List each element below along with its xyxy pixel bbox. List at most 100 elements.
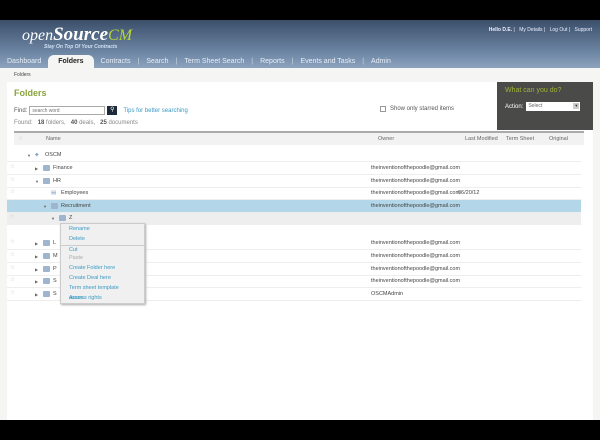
table-row[interactable]: ☆ ▼ HR theinventionofthepoodle@gmail.com [7,175,581,188]
row-name[interactable]: OSCM [45,152,62,158]
star-icon[interactable]: ☆ [10,164,15,170]
menu-access-rights[interactable]: Access rights [61,294,144,304]
row-name[interactable]: P [53,266,57,272]
row-name[interactable]: M [53,253,58,259]
folder-icon [43,278,50,284]
expand-toggle-icon[interactable]: ▼ [35,179,39,184]
menu-delete[interactable]: Delete [61,235,144,245]
col-name[interactable]: Name [46,136,61,142]
document-icon: ▤ [51,190,57,196]
tips-link[interactable]: Tips for better searching [123,108,187,114]
expand-toggle-icon[interactable]: ▼ [27,153,31,158]
expand-toggle-icon[interactable]: ▼ [51,216,55,221]
row-date: 06/20/12 [458,190,480,196]
star-icon[interactable]: ☆ [10,202,15,208]
row-owner: theinventionofthepoodle@gmail.com [371,165,461,171]
breadcrumb[interactable]: Folders [14,72,31,78]
top-links: Hello D.E. | My Details | Log Out | Supp… [488,27,592,33]
menu-create-folder[interactable]: Create Folder here [61,264,144,274]
row-name[interactable]: S [53,291,57,297]
search-button[interactable]: ⚲ [107,106,118,115]
star-header-icon: ☆ [18,136,23,142]
row-name[interactable]: L [53,240,56,246]
expand-toggle-icon[interactable]: ▶ [35,279,38,284]
star-icon[interactable]: ☆ [10,265,15,271]
row-owner: theinventionofthepoodle@gmail.com [371,253,461,259]
row-owner: OSCMAdmin [371,291,404,297]
page-title: Folders [14,88,47,98]
tab-events-and-tasks[interactable]: Events and Tasks [293,58,362,65]
folder-icon [43,165,50,171]
col-term-sheet[interactable]: Term Sheet [506,136,534,142]
col-owner[interactable]: Owner [378,136,394,142]
row-owner: theinventionofthepoodle@gmail.com [371,178,461,184]
starred-filter[interactable]: Show only starred items [380,106,454,112]
header: openSourceCM Stay On Top Of Your Contrac… [0,20,600,68]
row-name[interactable]: Recruitment [61,203,91,209]
chevron-down-icon: ▼ [573,103,580,109]
col-last-modified[interactable]: Last Modified [465,136,498,142]
my-details-link[interactable]: My Details [519,27,542,33]
tagline: Stay On Top Of Your Contracts [44,44,118,50]
action-box: What can you do? Action: Select ▼ [497,82,593,130]
support-link[interactable]: Support [574,27,592,33]
tab-dashboard[interactable]: Dashboard [0,58,48,65]
menu-rename[interactable]: Rename [61,225,144,235]
row-owner: theinventionofthepoodle@gmail.com [371,190,461,196]
action-select[interactable]: Select ▼ [526,102,581,111]
found-summary: Found: 18 folders, 40 deals, 25 documents [14,120,138,126]
table-header: ☆ Name Owner Last Modified Term Sheet Or… [14,133,584,145]
expand-toggle-icon[interactable]: ▶ [35,166,38,171]
row-name[interactable]: S [53,278,57,284]
tab-search[interactable]: Search [139,58,175,65]
star-icon[interactable]: ☆ [10,277,15,283]
row-owner: theinventionofthepoodle@gmail.com [371,266,461,272]
star-icon[interactable]: ☆ [10,290,15,296]
table-row[interactable]: ☆ ▶ Finance theinventionofthepoodle@gmail.c… [7,162,581,175]
row-name[interactable]: Employees [61,190,88,196]
menu-term-sheet-template[interactable]: Term sheet template assoc. [61,284,144,301]
folder-icon [43,291,50,297]
folder-icon [59,215,66,221]
search-input[interactable] [29,106,106,115]
logo[interactable]: openSourceCM [22,24,132,46]
star-icon[interactable]: ☆ [10,177,15,183]
tree-root-icon: ♣ [35,152,39,158]
star-icon[interactable]: ☆ [10,252,15,258]
tab-term-sheet-search[interactable]: Term Sheet Search [177,58,251,65]
greeting: Hello D.E. [488,27,513,33]
tab-folders[interactable]: Folders [48,55,94,68]
folder-icon [51,203,58,209]
tab-reports[interactable]: Reports [253,58,292,65]
expand-toggle-icon[interactable]: ▶ [35,241,38,246]
table-row[interactable]: ☆ ▼ Recruitment theinventionofthepoodle@gma… [7,200,581,213]
col-original[interactable]: Original [549,136,568,142]
expand-toggle-icon[interactable]: ▼ [43,204,47,209]
find-bar: Find: ⚲ Tips for better searching [14,106,188,115]
table-row[interactable]: ☆ ▤ Employees theinventionofthepoodle@gmail… [7,187,581,200]
expand-toggle-icon[interactable]: ▶ [35,292,38,297]
star-icon[interactable]: ☆ [10,239,15,245]
main-nav: Dashboard Folders Contracts | Search | Ter… [0,55,398,68]
menu-cut[interactable]: Cut [61,244,144,255]
menu-create-deal[interactable]: Create Deal here [61,274,144,284]
row-name[interactable]: Finance [53,165,73,171]
row-owner: theinventionofthepoodle@gmail.com [371,203,461,209]
star-icon[interactable]: ☆ [10,189,15,195]
table-row[interactable]: ▼ ♣ OSCM [7,149,581,162]
tab-admin[interactable]: Admin [364,58,398,65]
expand-toggle-icon[interactable]: ▶ [35,254,38,259]
row-name[interactable]: Z [69,215,72,221]
row-name[interactable]: HR [53,178,61,184]
starred-checkbox[interactable] [380,106,386,112]
tab-contracts[interactable]: Contracts [94,58,138,65]
folder-icon [43,253,50,259]
log-out-link[interactable]: Log Out [550,27,568,33]
expand-toggle-icon[interactable]: ▶ [35,267,38,272]
menu-paste: Paste [69,255,84,262]
action-question: What can you do? [505,87,562,94]
folder-icon [43,266,50,272]
row-owner: theinventionofthepoodle@gmail.com [371,240,461,246]
star-icon[interactable]: ☆ [10,214,15,220]
context-menu: Rename Delete Cut Paste Create Folder he… [60,223,145,304]
